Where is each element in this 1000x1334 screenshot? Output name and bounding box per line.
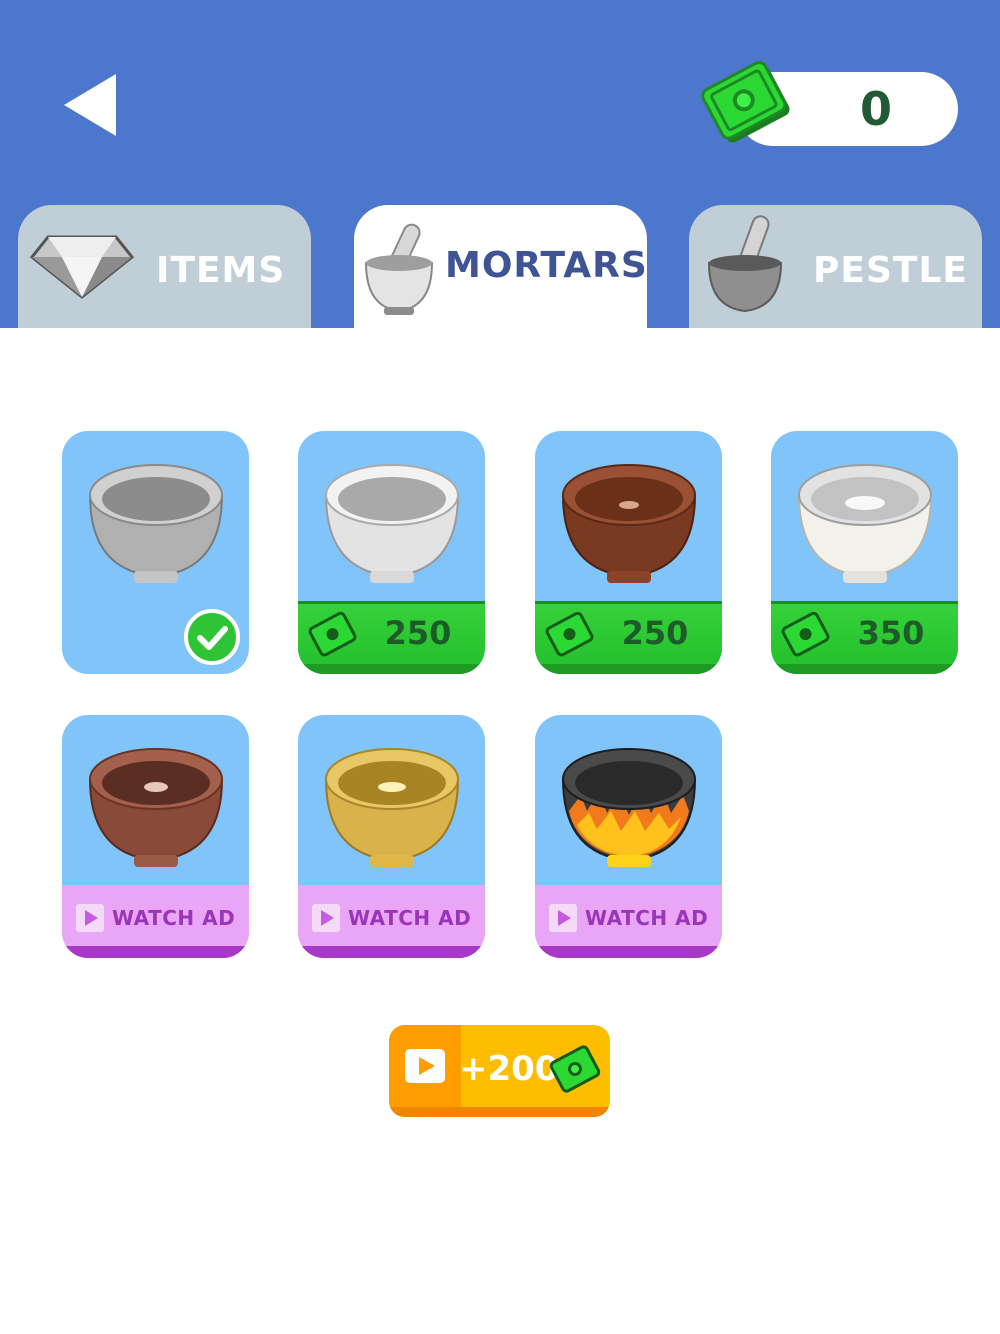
currency-value: 0 xyxy=(859,82,892,136)
mortar-card-flame[interactable]: WATCH AD xyxy=(535,715,722,958)
watch-ad-button[interactable]: WATCH AD xyxy=(62,885,249,958)
watch-ad-reward-button[interactable]: +200 xyxy=(389,1025,610,1117)
play-icon xyxy=(405,1049,445,1083)
tab-pestle[interactable]: PESTLE xyxy=(689,205,982,328)
copper-bowl-icon xyxy=(88,748,224,867)
mortar-icon xyxy=(364,223,434,315)
price-bar: 350 xyxy=(771,601,958,674)
tab-mortars-label: MORTARS xyxy=(445,245,648,286)
mortar-card-stone[interactable] xyxy=(62,431,249,674)
tab-pestle-label: PESTLE xyxy=(813,250,968,291)
cash-icon xyxy=(781,611,830,657)
pearl-bowl-icon xyxy=(797,464,933,583)
tab-mortars[interactable]: MORTARS xyxy=(354,205,647,328)
mortar-card-pearl[interactable]: 350 xyxy=(771,431,958,674)
mortar-card-copper[interactable]: WATCH AD xyxy=(62,715,249,958)
reward-button-shadow xyxy=(389,1107,610,1117)
back-arrow-icon xyxy=(64,74,116,136)
mortar-card-marble[interactable]: 250 xyxy=(298,431,485,674)
mortar-card-gold[interactable]: WATCH AD xyxy=(298,715,485,958)
pestle-icon xyxy=(707,215,783,313)
play-icon xyxy=(76,904,104,932)
diamond-icon xyxy=(30,235,134,299)
wood-bowl-icon xyxy=(561,464,697,583)
stone-bowl-icon xyxy=(88,464,224,583)
gold-bowl-icon xyxy=(324,748,460,867)
price-value: 250 xyxy=(621,614,689,652)
mortar-card-wood[interactable]: 250 xyxy=(535,431,722,674)
owned-check-icon xyxy=(184,609,240,665)
tab-items-label: ITEMS xyxy=(156,250,286,291)
cash-icon xyxy=(308,611,357,657)
reward-amount: +200 xyxy=(459,1049,559,1089)
tab-items[interactable]: ITEMS xyxy=(18,205,311,328)
cash-icon xyxy=(545,611,594,657)
cash-icon xyxy=(701,60,790,143)
marble-bowl-icon xyxy=(324,464,460,583)
price-value: 250 xyxy=(384,614,452,652)
watch-ad-button[interactable]: WATCH AD xyxy=(298,885,485,958)
flame-bowl-icon xyxy=(561,748,697,867)
watch-ad-label: WATCH AD xyxy=(348,906,472,930)
cash-icon xyxy=(549,1045,601,1093)
watch-ad-button[interactable]: WATCH AD xyxy=(535,885,722,958)
price-value: 350 xyxy=(857,614,925,652)
price-bar: 250 xyxy=(535,601,722,674)
play-icon xyxy=(312,904,340,932)
price-bar: 250 xyxy=(298,601,485,674)
watch-ad-label: WATCH AD xyxy=(112,906,236,930)
back-button[interactable] xyxy=(60,70,124,140)
watch-ad-label: WATCH AD xyxy=(585,906,709,930)
play-icon xyxy=(549,904,577,932)
